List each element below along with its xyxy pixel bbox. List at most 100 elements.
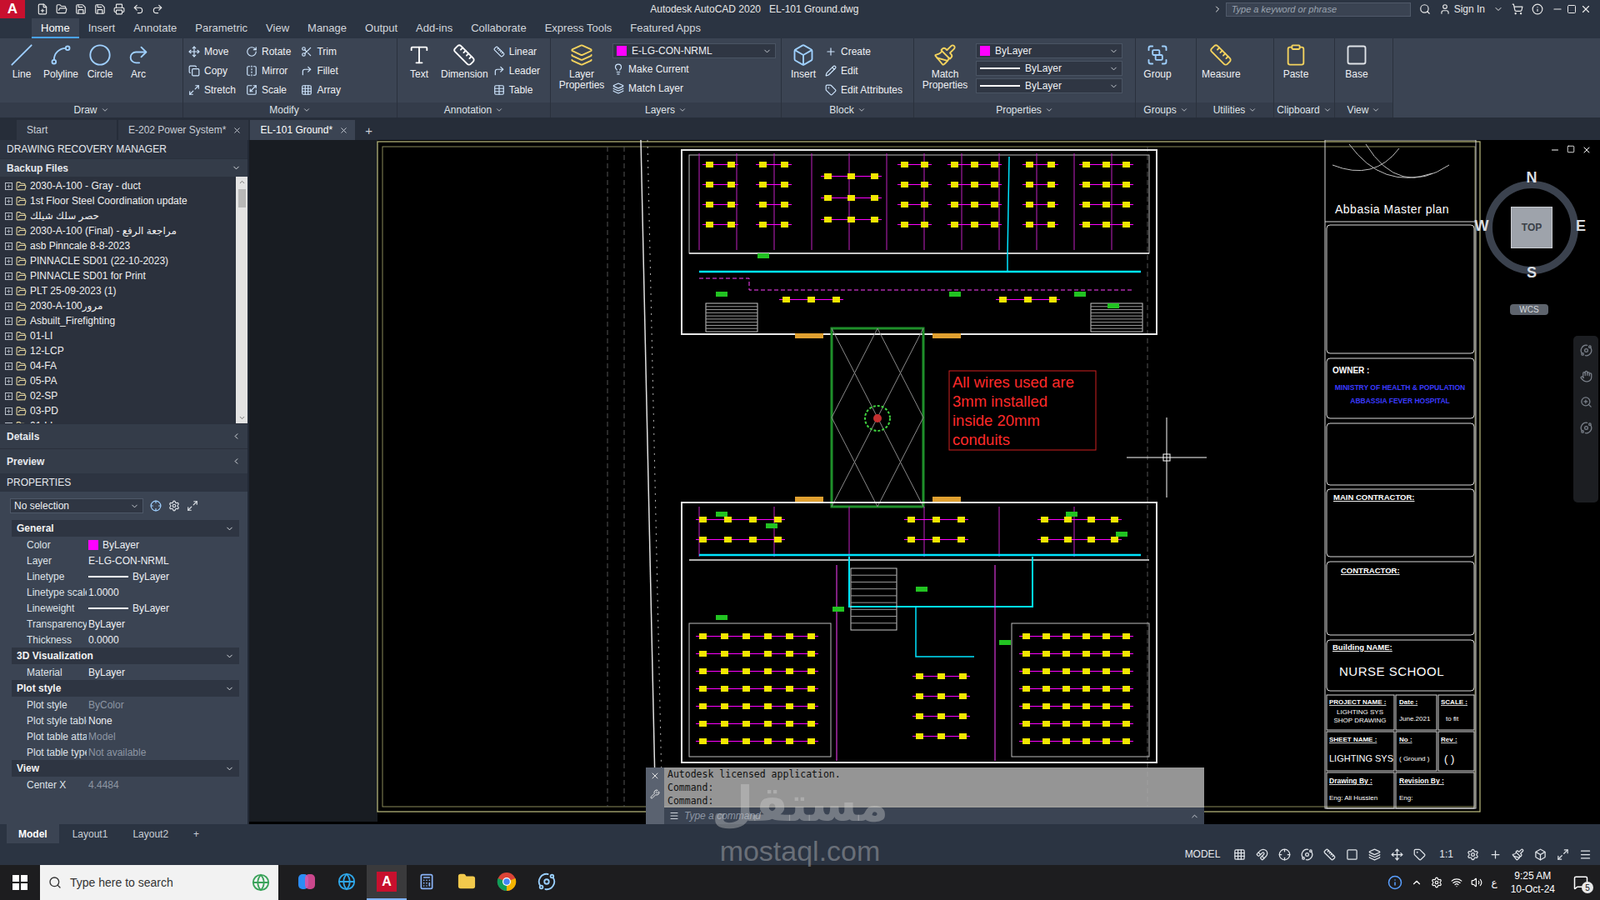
viewport-minimize-icon[interactable] <box>1550 145 1560 155</box>
close-command-icon[interactable] <box>650 770 660 781</box>
small-tool-button[interactable]: Create <box>825 43 903 60</box>
backup-item[interactable]: 2030-A-100 - Gray - duct <box>0 178 236 194</box>
start-button[interactable] <box>0 865 40 900</box>
file-tab[interactable]: E-202 Power System* <box>118 120 249 140</box>
backup-item[interactable]: 2030-A-100 (Final) - مراجعة الرفع <box>0 223 236 239</box>
taskbar-app[interactable] <box>446 865 487 900</box>
backup-item[interactable]: 01-LI <box>0 328 236 344</box>
sign-in-dropdown-icon[interactable] <box>1493 4 1504 15</box>
property-row[interactable]: Center X4.4484 <box>11 776 240 793</box>
property-row[interactable]: TransparencyByLayer <box>11 615 240 632</box>
backup-item[interactable]: Asbuilt_Firefighting <box>0 313 236 329</box>
sign-in[interactable]: Sign In <box>1439 3 1485 15</box>
property-row[interactable]: LinetypeByLayer <box>11 568 240 585</box>
backup-item[interactable]: PINNACLE SD01 for Print <box>0 268 236 284</box>
panel-title[interactable]: Draw <box>0 102 183 118</box>
panel-title[interactable]: View <box>1335 102 1393 118</box>
large-tool-button[interactable]: Arc <box>121 41 155 80</box>
backup-item[interactable]: PLT 25-09-2023 (1) <box>0 283 236 299</box>
cart-icon[interactable] <box>1511 3 1524 15</box>
property-row[interactable]: Plot styleByColor <box>11 696 240 713</box>
expand-icon[interactable] <box>5 182 13 190</box>
tray-overflow-icon[interactable] <box>1410 876 1423 889</box>
ribbon-tab[interactable]: Annotate <box>124 18 186 39</box>
backup-item[interactable]: 02-SP <box>0 388 236 404</box>
taskbar-search[interactable]: Type here to search <box>40 865 279 900</box>
backup-item[interactable]: 03-PD <box>0 403 236 419</box>
quick-access-icon[interactable] <box>113 3 125 15</box>
panel-title[interactable]: Utilities <box>1196 102 1274 118</box>
status-toggle-icon[interactable] <box>1255 848 1269 861</box>
small-tool-button[interactable]: Mirror <box>245 62 291 80</box>
taskbar-app[interactable] <box>286 865 327 900</box>
quick-access-icon[interactable] <box>36 3 49 15</box>
large-tool-button[interactable]: Base <box>1340 41 1374 80</box>
backup-item[interactable]: 05-PA <box>0 373 236 389</box>
quick-access-icon[interactable] <box>151 3 164 15</box>
backup-item[interactable]: 1st Floor Steel Coordination update <box>0 193 236 209</box>
file-tab[interactable]: Start <box>16 120 117 140</box>
group-header[interactable]: General <box>11 520 240 537</box>
status-toggle-icon[interactable] <box>1278 848 1291 861</box>
small-tool-button[interactable]: Scale <box>245 81 291 99</box>
property-row[interactable]: Plot table typeNot available <box>11 744 240 760</box>
small-tool-button[interactable]: Stretch <box>188 81 236 99</box>
property-row[interactable]: LayerE-LG-CON-NRML <box>11 552 240 569</box>
panel-title[interactable]: Block <box>781 102 914 118</box>
large-tool-button[interactable]: Text <box>402 41 436 80</box>
property-dropdown[interactable]: ByLayer <box>975 60 1123 76</box>
large-tool-button[interactable]: Dimension <box>440 41 489 80</box>
small-tool-button[interactable]: Array <box>300 81 341 99</box>
close-tab-icon[interactable] <box>232 125 242 135</box>
panel-title[interactable]: Groups <box>1135 102 1196 118</box>
large-tool-button[interactable]: Insert <box>786 41 820 80</box>
help-icon[interactable] <box>1531 3 1544 15</box>
group-header[interactable]: 3D Visualization <box>11 647 240 665</box>
large-tool-button[interactable]: Group <box>1140 41 1175 80</box>
quick-access-icon[interactable] <box>75 3 87 15</box>
quick-access-icon[interactable] <box>94 3 106 15</box>
small-tool-button[interactable]: Trim <box>300 43 341 60</box>
property-dropdown[interactable]: ByLayer <box>975 43 1123 59</box>
select-objects-icon[interactable] <box>186 500 199 512</box>
view-cube-face[interactable]: TOP <box>1510 206 1553 249</box>
status-toggle-icon[interactable] <box>1233 848 1246 861</box>
expand-icon[interactable] <box>5 257 13 265</box>
ribbon-tab[interactable]: Output <box>355 18 407 39</box>
quick-access-icon[interactable] <box>132 3 145 15</box>
expand-icon[interactable] <box>1212 4 1223 15</box>
taskbar-app[interactable] <box>326 865 367 900</box>
backup-item[interactable]: 2030-A-مرور100 <box>0 298 236 314</box>
quick-access-icon[interactable] <box>55 3 68 15</box>
status-tool-icon[interactable] <box>1511 848 1525 861</box>
ucs-menu[interactable]: WCS <box>1510 304 1549 315</box>
large-tool-button[interactable]: Measure <box>1201 41 1241 80</box>
help-icon[interactable] <box>1387 875 1403 890</box>
small-tool-button[interactable]: Linear <box>493 43 540 60</box>
model-space[interactable]: All wires used are3mm installedinside 20… <box>249 140 1600 825</box>
small-tool-button[interactable]: Make Current <box>612 60 776 78</box>
property-row[interactable]: LineweightByLayer <box>11 600 240 616</box>
binoculars-icon[interactable] <box>1419 3 1431 15</box>
expand-icon[interactable] <box>5 347 13 355</box>
property-row[interactable]: ColorByLayer <box>11 536 240 553</box>
viewport-restore-icon[interactable] <box>1566 145 1575 154</box>
panel-title[interactable]: Modify <box>183 102 397 118</box>
small-tool-button[interactable]: Fillet <box>300 62 341 80</box>
viewport-close-icon[interactable] <box>1581 145 1592 155</box>
taskbar-app[interactable] <box>486 865 527 900</box>
ribbon-tab[interactable]: Insert <box>79 18 125 39</box>
expand-icon[interactable] <box>5 212 13 220</box>
layout-tab[interactable]: Layout2 <box>120 824 180 844</box>
notifications-button[interactable]: 5 <box>1568 870 1594 895</box>
customize-icon[interactable] <box>650 789 660 800</box>
backup-item[interactable]: asb Pinncale 8-8-2023 <box>0 238 236 254</box>
selection-dropdown[interactable]: No selection <box>10 498 144 514</box>
panel-title[interactable]: Properties <box>914 102 1135 118</box>
quick-select-icon[interactable] <box>150 500 162 512</box>
expand-icon[interactable] <box>5 392 13 400</box>
property-row[interactable]: Plot style tableNone <box>11 712 240 729</box>
collapsed-section[interactable]: Preview <box>0 448 248 474</box>
panel-title[interactable]: Layers <box>550 102 781 118</box>
large-tool-button[interactable]: Match Properties <box>919 41 971 91</box>
